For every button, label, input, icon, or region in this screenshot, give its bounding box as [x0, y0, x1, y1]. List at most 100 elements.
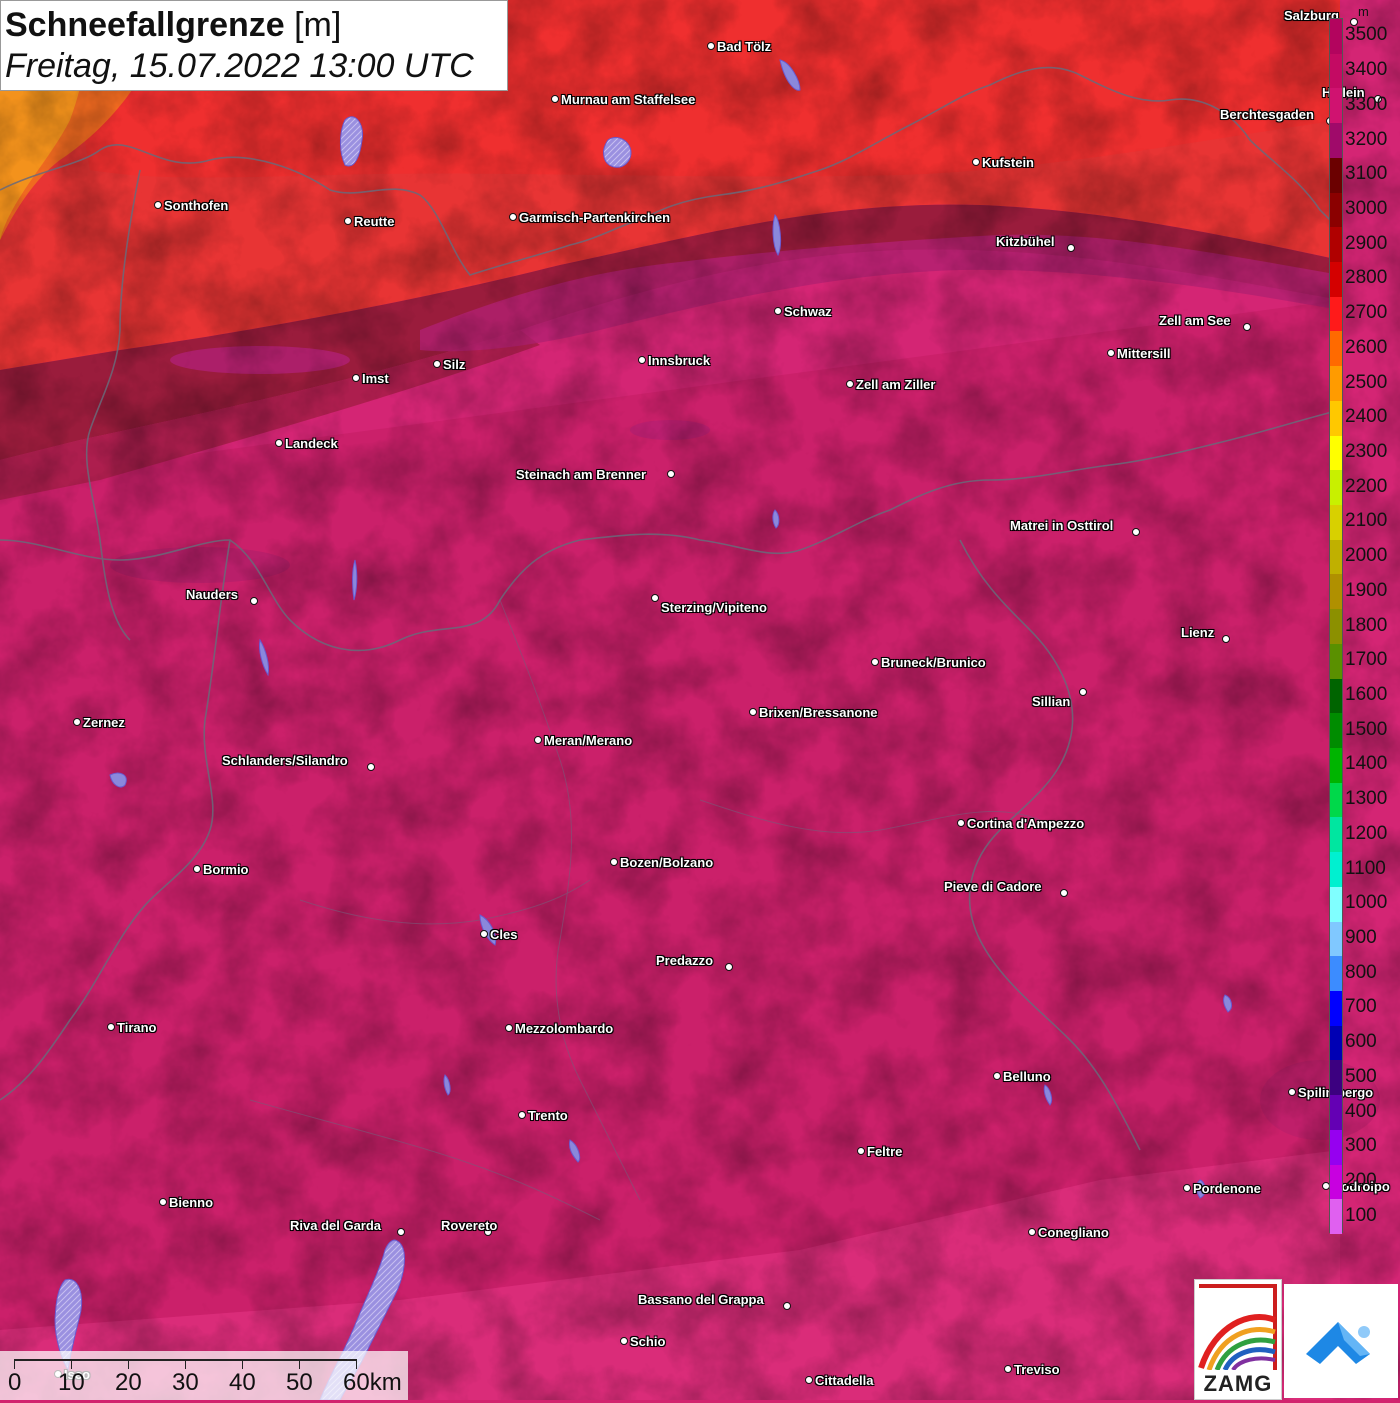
- city-label: Predazzo: [656, 953, 714, 968]
- city-label: Lienz: [1181, 625, 1215, 640]
- city-marker: [534, 736, 542, 744]
- map-datetime: Freitag, 15.07.2022 13:00 UTC: [5, 47, 474, 85]
- legend-label: 800: [1345, 961, 1377, 983]
- city-marker: [846, 380, 854, 388]
- legend-swatch: [1330, 574, 1342, 610]
- rainbow-icon: [1198, 1284, 1277, 1370]
- scale-label: 20: [115, 1369, 142, 1396]
- scale-label: 50: [286, 1369, 313, 1396]
- city-label: Pieve di Cadore: [944, 879, 1042, 894]
- city-marker: [725, 963, 733, 971]
- app-arrow-icon: [1306, 1322, 1370, 1364]
- city-marker: [480, 930, 488, 938]
- scale-tick: [185, 1359, 186, 1369]
- city-marker: [1004, 1365, 1012, 1373]
- city-label: Schwaz: [784, 304, 832, 319]
- city-label: Landeck: [285, 436, 338, 451]
- city-label: Bormio: [203, 862, 249, 877]
- legend-label: 2600: [1345, 336, 1388, 358]
- zamg-logo: ZAMG: [1194, 1279, 1282, 1400]
- city-label: Trento: [528, 1108, 568, 1123]
- legend-swatch: [1330, 956, 1342, 992]
- city-marker: [73, 718, 81, 726]
- city-marker: [620, 1337, 628, 1345]
- legend-label: 2500: [1345, 371, 1388, 393]
- scale-label: 40: [229, 1369, 256, 1396]
- legend-swatch: [1330, 1060, 1342, 1096]
- legend-swatch: [1330, 192, 1342, 228]
- legend-swatch: [1330, 713, 1342, 749]
- city-label: Steinach am Brenner: [516, 467, 647, 482]
- city-marker: [352, 374, 360, 382]
- city-marker: [518, 1111, 526, 1119]
- legend-label: 3400: [1345, 59, 1388, 81]
- legend-swatch: [1330, 921, 1342, 957]
- scale-label: 10: [58, 1369, 85, 1396]
- scale-bar: 0 10 20 30 40 50 60km: [0, 1351, 408, 1400]
- color-legend: [1329, 18, 1343, 1235]
- city-marker: [193, 865, 201, 873]
- city-marker: [275, 439, 283, 447]
- legend-swatch: [1330, 1199, 1342, 1235]
- legend-swatch: [1330, 331, 1342, 367]
- legend-swatch: [1330, 53, 1342, 89]
- app-logo: [1284, 1284, 1398, 1398]
- legend-label: 1500: [1345, 718, 1388, 740]
- legend-swatch: [1330, 748, 1342, 784]
- city-label: Kufstein: [982, 155, 1034, 170]
- city-label: Bienno: [169, 1195, 214, 1210]
- city-label: Cles: [490, 927, 518, 942]
- legend-label: 200: [1345, 1169, 1377, 1191]
- scale-tick: [128, 1359, 129, 1369]
- legend-label: 100: [1345, 1204, 1377, 1226]
- legend-label: 1000: [1345, 892, 1388, 914]
- city-marker: [707, 42, 715, 50]
- legend-swatch: [1330, 88, 1342, 124]
- legend-swatch: [1330, 505, 1342, 541]
- city-label: Bassano del Grappa: [638, 1292, 764, 1307]
- city-marker: [993, 1072, 1001, 1080]
- city-label: Bad Tölz: [717, 39, 772, 54]
- city-label: Innsbruck: [648, 353, 711, 368]
- city-marker: [250, 597, 258, 605]
- legend-swatch: [1330, 296, 1342, 332]
- city-label: Schlanders/Silandro: [222, 753, 348, 768]
- legend-label: 3000: [1345, 197, 1388, 219]
- city-label: Matrei in Osttirol: [1010, 518, 1114, 533]
- map-title: Schneefallgrenze [m]: [5, 6, 342, 44]
- city-label: Zernez: [83, 715, 125, 730]
- legend-swatch: [1330, 539, 1342, 575]
- legend-swatch: [1330, 852, 1342, 888]
- city-label: Riva del Garda: [290, 1218, 382, 1233]
- legend-label: 1900: [1345, 579, 1388, 601]
- city-marker: [1288, 1088, 1296, 1096]
- legend-swatch: [1330, 1095, 1342, 1131]
- city-label: Schio: [630, 1334, 666, 1349]
- legend-swatch: [1330, 1129, 1342, 1166]
- city-label: Tirano: [117, 1020, 157, 1035]
- city-marker: [805, 1376, 813, 1384]
- city-label: Zell am Ziller: [856, 377, 936, 392]
- scale-tick: [242, 1359, 243, 1369]
- city-marker: [1060, 889, 1068, 897]
- city-marker: [154, 201, 162, 209]
- legend-swatch: [1330, 470, 1342, 506]
- city-marker: [509, 213, 517, 221]
- legend-label: 600: [1345, 1031, 1377, 1053]
- city-label: Belluno: [1003, 1069, 1051, 1084]
- city-marker: [1243, 323, 1251, 331]
- legend-label: 1600: [1345, 683, 1388, 705]
- legend-label: 300: [1345, 1135, 1377, 1157]
- city-label: Treviso: [1014, 1362, 1060, 1377]
- city-marker: [774, 307, 782, 315]
- city-marker: [551, 95, 559, 103]
- title-box: Schneefallgrenze [m] Freitag, 15.07.2022…: [0, 0, 508, 91]
- city-marker: [651, 594, 659, 602]
- scale-tick: [14, 1359, 15, 1369]
- legend-swatch: [1330, 19, 1342, 55]
- legend-label: 2000: [1345, 545, 1388, 567]
- legend-label: 1400: [1345, 753, 1388, 775]
- legend-unit: m: [1358, 4, 1369, 19]
- legend-label: 2800: [1345, 267, 1388, 289]
- legend-swatch: [1330, 817, 1342, 853]
